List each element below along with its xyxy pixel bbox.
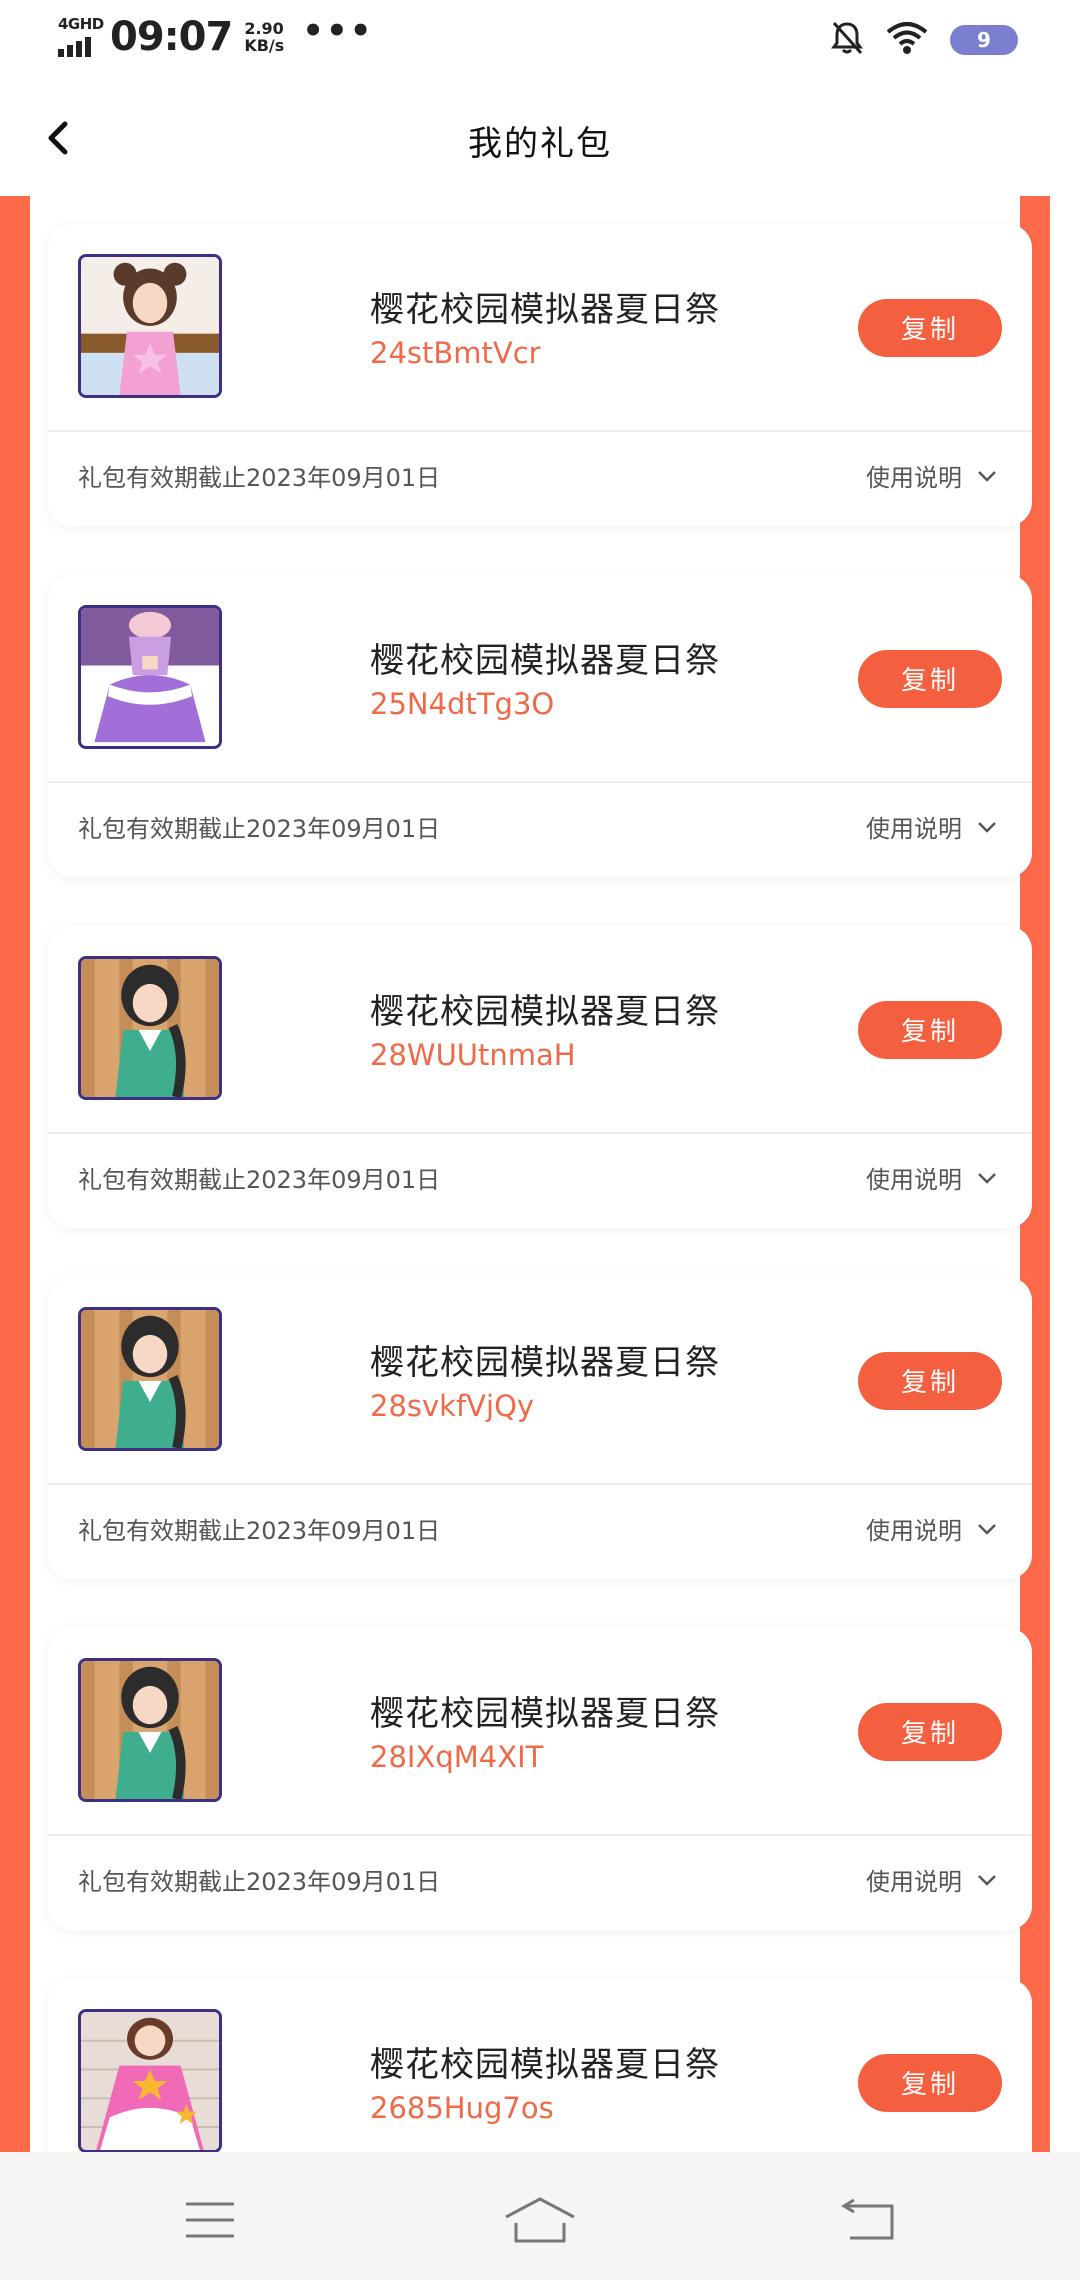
expiry-date: 礼包有效期截止2023年09月01日 [78, 1517, 441, 1545]
home-button[interactable] [500, 2192, 580, 2248]
usage-instructions-toggle[interactable]: 使用说明 [866, 1160, 998, 1195]
game-name: 樱花校园模拟器夏日祭 [370, 641, 720, 681]
game-name: 樱花校园模拟器夏日祭 [370, 1343, 720, 1383]
return-button[interactable] [830, 2192, 910, 2248]
usage-instructions-toggle[interactable]: 使用说明 [866, 1862, 998, 1897]
copy-button[interactable]: 复制 [858, 650, 1002, 708]
gift-card-footer: 礼包有效期截止2023年09月01日 使用说明 [48, 1485, 1032, 1579]
expiry-date: 礼包有效期截止2023年09月01日 [78, 464, 441, 492]
usage-instructions-label: 使用说明 [866, 1166, 962, 1194]
gift-card-footer: 礼包有效期截止2023年09月01日 使用说明 [48, 1134, 1032, 1228]
signal-icon [58, 37, 91, 57]
menu-button[interactable] [170, 2192, 250, 2248]
gift-code: 25N4dtTg3O [370, 687, 555, 721]
gift-code: 28WUUtnmaH [370, 1038, 576, 1072]
expiry-date: 礼包有效期截止2023年09月01日 [78, 1166, 441, 1194]
usage-instructions-toggle[interactable]: 使用说明 [866, 458, 998, 493]
game-thumbnail [78, 1307, 222, 1451]
chevron-down-icon [978, 470, 996, 482]
game-name: 樱花校园模拟器夏日祭 [370, 2045, 720, 2085]
gift-card-header: 樱花校园模拟器夏日祭 28WUUtnmaH 复制 [48, 926, 1032, 1132]
page-title: 我的礼包 [468, 124, 612, 164]
home-icon [505, 2197, 575, 2243]
network-speed: 2.90 KB/s [244, 20, 284, 54]
gift-card-footer: 礼包有效期截止2023年09月01日 使用说明 [48, 1836, 1032, 1930]
chevron-down-icon [978, 821, 996, 833]
game-thumbnail [78, 605, 222, 749]
system-nav-bar [0, 2152, 1080, 2280]
gift-card: 樱花校园模拟器夏日祭 28svkfVjQy 复制礼包有效期截止2023年09月01日… [48, 1277, 1032, 1579]
clock: 09:07 [110, 14, 233, 60]
network-speed-value: 2.90 [244, 19, 284, 38]
usage-instructions-label: 使用说明 [866, 464, 962, 492]
gift-card-footer: 礼包有效期截止2023年09月01日 使用说明 [48, 432, 1032, 526]
gift-card: 樱花校园模拟器夏日祭 24stBmtVcr 复制礼包有效期截止2023年09月01日… [48, 224, 1032, 526]
battery-indicator: 9 [950, 25, 1018, 55]
gift-card: 樱花校园模拟器夏日祭 28WUUtnmaH 复制礼包有效期截止2023年09月01日… [48, 926, 1032, 1228]
copy-button[interactable]: 复制 [858, 1352, 1002, 1410]
usage-instructions-toggle[interactable]: 使用说明 [866, 1511, 998, 1546]
copy-button[interactable]: 复制 [858, 299, 1002, 357]
game-name: 樱花校园模拟器夏日祭 [370, 1694, 720, 1734]
gift-code: 24stBmtVcr [370, 336, 541, 370]
gift-card-header: 樱花校园模拟器夏日祭 28IXqM4XIT 复制 [48, 1628, 1032, 1834]
nav-bar: 我的礼包 [0, 80, 1080, 196]
gift-card-header: 樱花校园模拟器夏日祭 25N4dtTg3O 复制 [48, 575, 1032, 781]
chevron-down-icon [978, 1874, 996, 1886]
game-thumbnail [78, 956, 222, 1100]
return-icon [841, 2198, 894, 2240]
gift-list-area[interactable]: 樱花校园模拟器夏日祭 24stBmtVcr 复制 礼包有效期截止2023年09月01日… [0, 196, 1080, 2152]
gift-code: 2685Hug7os [370, 2091, 554, 2125]
gift-list: 樱花校园模拟器夏日祭 24stBmtVcr 复制 礼包有效期截止2023年09月01日… [48, 224, 1032, 2152]
usage-instructions-toggle[interactable]: 使用说明 [866, 809, 998, 844]
gift-card-header: 樱花校园模拟器夏日祭 2685Hug7os 复制 [48, 1979, 1032, 2152]
gift-card: 樱花校园模拟器夏日祭 28IXqM4XIT 复制礼包有效期截止2023年09月01日… [48, 1628, 1032, 1930]
gift-card-footer: 礼包有效期截止2023年09月01日 使用说明 [48, 783, 1032, 877]
chevron-down-icon [978, 1523, 996, 1535]
status-left: 4GHD 09:07 2.90 KB/s ••• [58, 11, 374, 60]
copy-button[interactable]: 复制 [858, 2054, 1002, 2112]
status-bar: 4GHD 09:07 2.90 KB/s ••• 9 [0, 0, 1080, 80]
copy-button[interactable]: 复制 [858, 1001, 1002, 1059]
network-type: 4GHD [58, 15, 104, 33]
game-name: 樱花校园模拟器夏日祭 [370, 290, 720, 330]
gift-card: 樱花校园模拟器夏日祭2685Hug7os复制礼包有效期截止2023年09月01日… [48, 1979, 1032, 2152]
game-thumbnail [78, 1658, 222, 1802]
game-thumbnail [78, 2009, 222, 2152]
more-notifications-icon: ••• [302, 11, 374, 51]
status-right: 9 [830, 20, 1018, 60]
usage-instructions-label: 使用说明 [866, 1517, 962, 1545]
bell-off-icon [830, 20, 864, 60]
usage-instructions-label: 使用说明 [866, 1868, 962, 1896]
copy-button[interactable]: 复制 [858, 1703, 1002, 1761]
network-speed-unit: KB/s [244, 36, 285, 55]
usage-instructions-label: 使用说明 [866, 815, 962, 843]
game-thumbnail [78, 254, 222, 398]
network-indicator: 4GHD [58, 15, 106, 59]
game-name: 樱花校园模拟器夏日祭 [370, 992, 720, 1032]
gift-code: 28svkfVjQy [370, 1389, 535, 1423]
gift-card: 樱花校园模拟器夏日祭 25N4dtTg3O 复制礼包有效期截止2023年09月01日… [48, 575, 1032, 877]
gift-code: 28IXqM4XIT [370, 1740, 544, 1774]
expiry-date: 礼包有效期截止2023年09月01日 [78, 1868, 441, 1896]
left-decoration-rail [0, 196, 30, 2152]
expiry-date: 礼包有效期截止2023年09月01日 [78, 815, 441, 843]
gift-card-header: 樱花校园模拟器夏日祭 28svkfVjQy 复制 [48, 1277, 1032, 1483]
gift-card-header: 樱花校园模拟器夏日祭 24stBmtVcr 复制 [48, 224, 1032, 430]
wifi-icon [886, 21, 928, 59]
chevron-down-icon [978, 1172, 996, 1184]
menu-icon [186, 2202, 234, 2238]
